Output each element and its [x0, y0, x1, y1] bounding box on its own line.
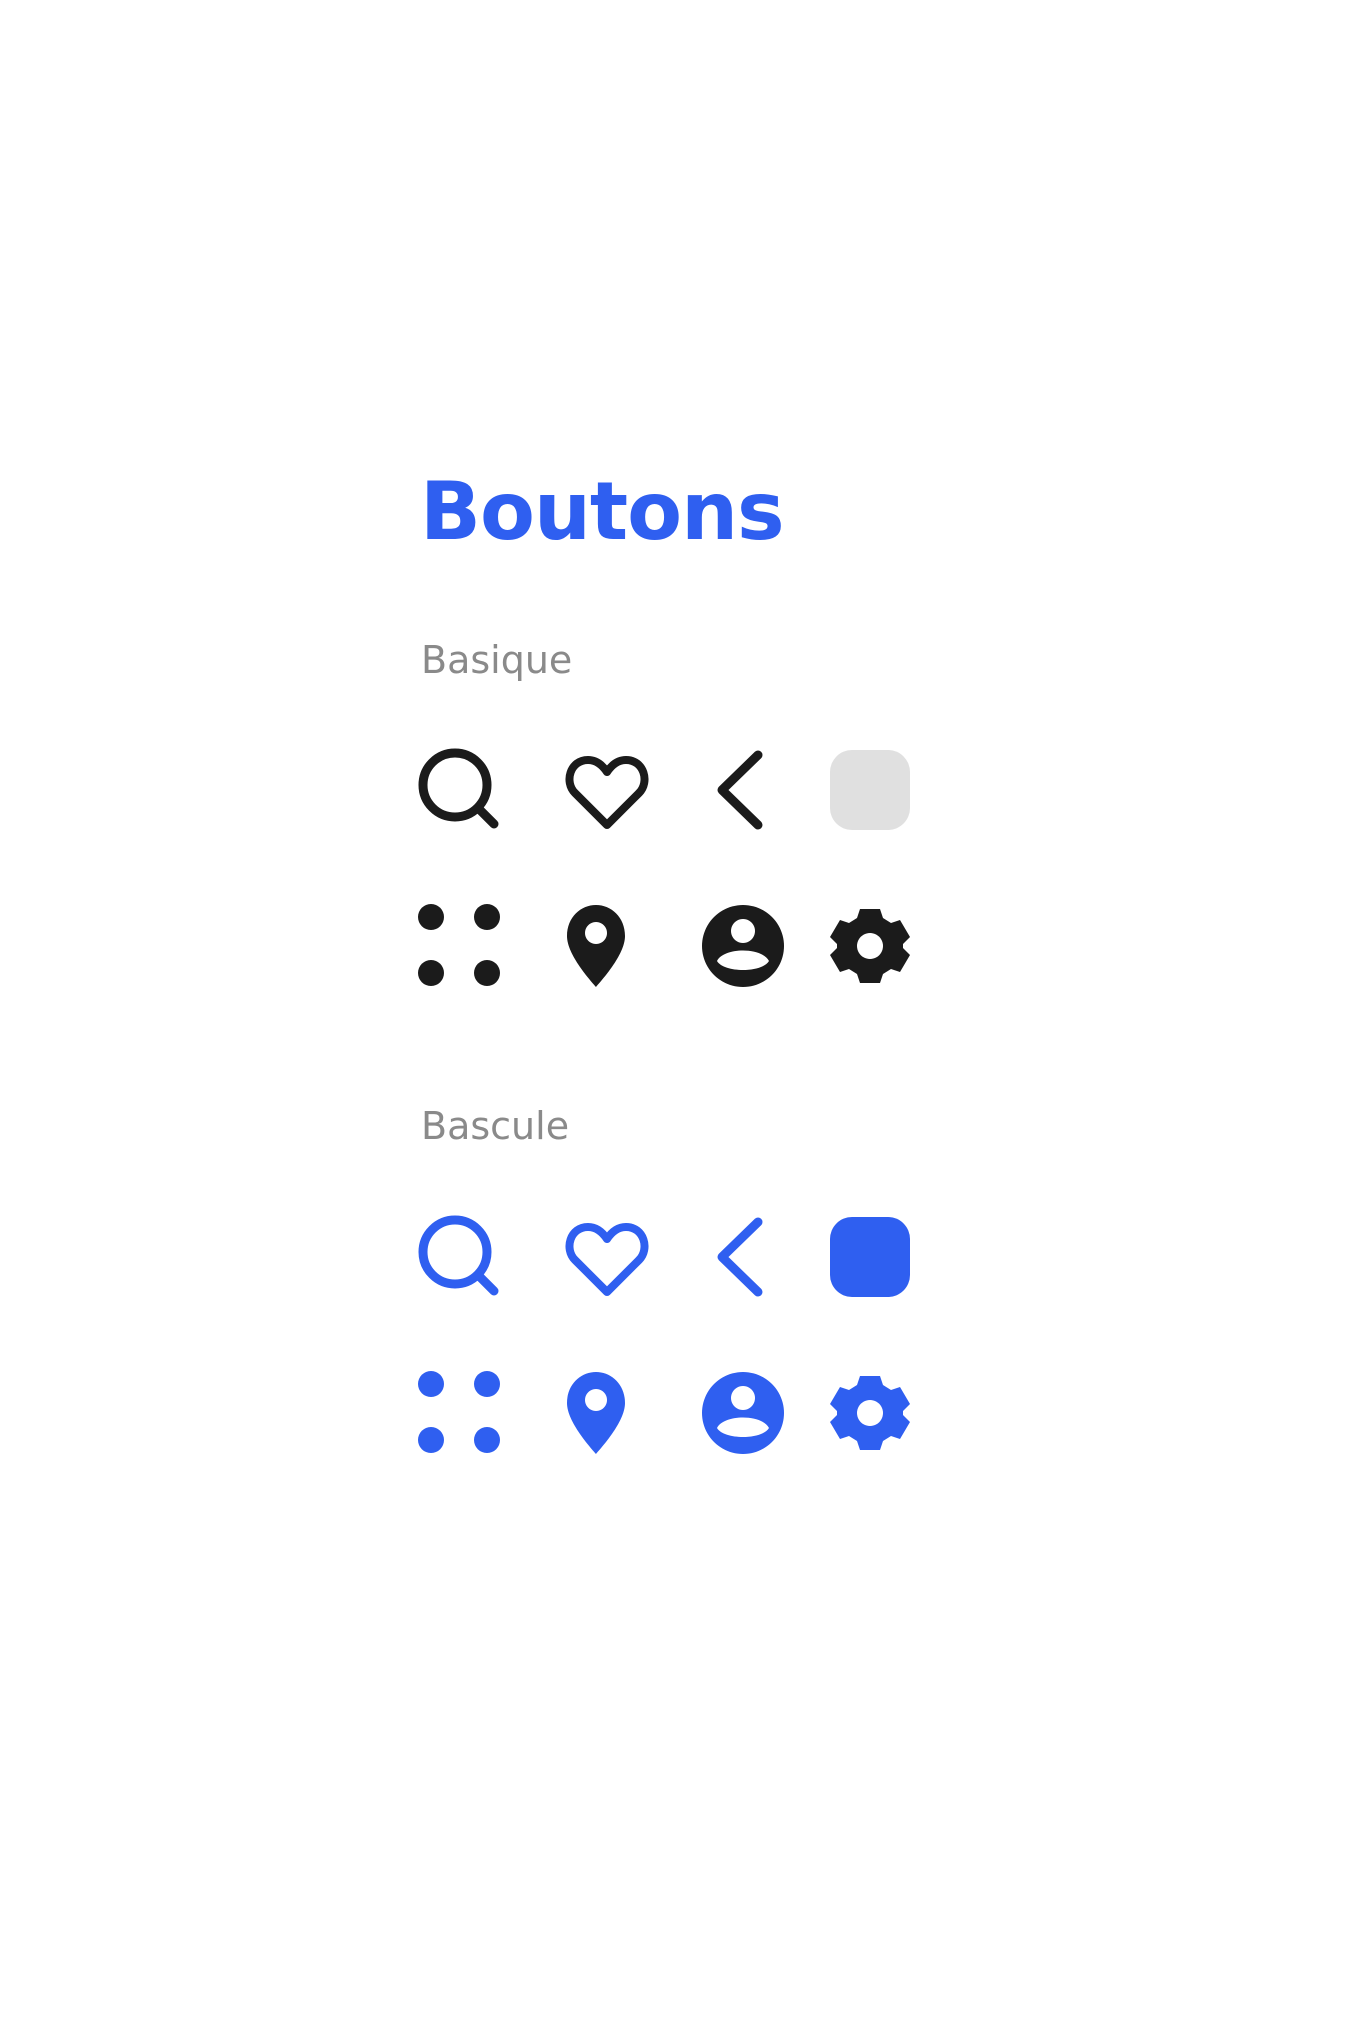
- basic-location-button[interactable]: [564, 903, 650, 989]
- basic-profile-button[interactable]: [700, 903, 786, 989]
- heart-icon: [565, 756, 649, 829]
- basic-back-button[interactable]: [700, 747, 786, 833]
- rounded-square-icon: [830, 750, 910, 830]
- user-circle-icon: [702, 1372, 785, 1454]
- basic-heart-button[interactable]: [564, 747, 650, 833]
- chevron-left-icon: [717, 750, 763, 830]
- toggle-back-button[interactable]: [700, 1214, 786, 1300]
- toggle-profile-button[interactable]: [700, 1370, 786, 1456]
- basic-square-button[interactable]: [827, 747, 913, 833]
- search-icon: [418, 1215, 499, 1296]
- grid-dots-icon: [418, 904, 500, 986]
- section-label-basique: Basique: [421, 638, 573, 682]
- location-pin-icon: [567, 905, 625, 987]
- gear-icon: [830, 1376, 910, 1450]
- section-label-bascule: Bascule: [421, 1104, 570, 1148]
- heart-icon: [565, 1223, 649, 1296]
- grid-dots-icon: [418, 1371, 500, 1453]
- basic-settings-button[interactable]: [827, 903, 913, 989]
- rounded-square-icon: [830, 1217, 910, 1297]
- basic-search-button[interactable]: [417, 747, 503, 833]
- search-icon: [418, 748, 499, 829]
- toggle-search-button[interactable]: [417, 1214, 503, 1300]
- toggle-menu-button[interactable]: [417, 1370, 503, 1456]
- toggle-settings-button[interactable]: [827, 1370, 913, 1456]
- toggle-square-button[interactable]: [827, 1214, 913, 1300]
- chevron-left-icon: [717, 1217, 763, 1297]
- toggle-heart-button[interactable]: [564, 1214, 650, 1300]
- location-pin-icon: [567, 1372, 625, 1454]
- page-title: Boutons: [420, 465, 785, 558]
- basic-menu-button[interactable]: [417, 903, 503, 989]
- user-circle-icon: [702, 905, 785, 987]
- toggle-location-button[interactable]: [564, 1370, 650, 1456]
- gear-icon: [830, 909, 910, 983]
